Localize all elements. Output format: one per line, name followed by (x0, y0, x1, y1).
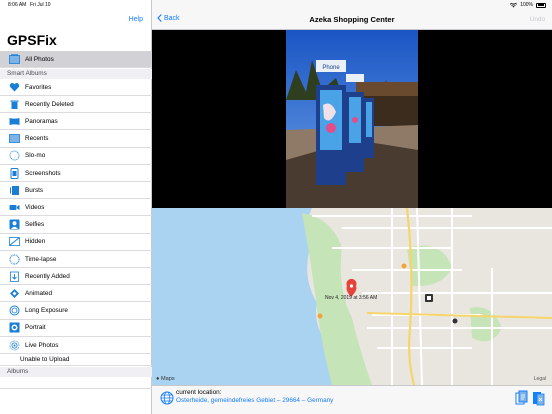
sidebar-item-animated[interactable]: Animated (0, 285, 152, 303)
download-icon (8, 270, 20, 282)
sidebar-item-recents[interactable]: Recents (0, 131, 152, 148)
sidebar-item-label: Time-lapse (25, 255, 57, 263)
long-exposure-icon (8, 305, 20, 317)
album-icon (8, 133, 20, 145)
paste-location-icon[interactable] (532, 390, 545, 406)
sidebar-item-label: Selfies (25, 221, 45, 229)
help-button[interactable]: Help (129, 16, 143, 23)
copy-location-icon[interactable] (515, 390, 528, 406)
sidebar-item-label: Live Photos (25, 341, 59, 349)
animated-icon (8, 287, 20, 299)
sidebar-item-portrait[interactable]: Portrait (0, 320, 152, 337)
undo-button[interactable]: Undo (530, 16, 545, 23)
sidebar-item-favorites[interactable]: Favorites (0, 79, 152, 96)
sidebar-item-label: All Photos (25, 55, 54, 63)
albums-header: Albums (0, 367, 152, 377)
sidebar-item-recently-added[interactable]: Recently Added (0, 268, 152, 286)
album-icon (8, 53, 20, 65)
sidebar-item-screenshots[interactable]: Screenshots (0, 165, 152, 182)
sidebar-item-label: Bursts (25, 186, 44, 194)
sidebar-item-label: Recents (25, 135, 49, 143)
phone-sign-text: Phone (322, 65, 340, 71)
maps-provider-text: Maps (160, 376, 175, 382)
photo-viewer: Phone (152, 30, 552, 208)
sidebar-item-selfies[interactable]: Selfies (0, 217, 152, 234)
legal-link[interactable]: Legal (534, 376, 546, 382)
trash-icon (8, 98, 20, 110)
app-screen: 8:06 AM Fri Jul 10 100% Help GPSFix All … (0, 0, 552, 414)
sidebar-item-recently-deleted[interactable]: Recently Deleted (0, 96, 152, 114)
sidebar-item-label: Recently Added (25, 272, 70, 280)
video-icon (8, 201, 20, 213)
sidebar-item-label: Slo-mo (25, 152, 46, 160)
location-label: current location: (176, 389, 222, 396)
location-value[interactable]: Osterheide, gemeindefreies Gebiet – 2966… (176, 397, 333, 404)
hidden-icon (8, 236, 20, 248)
slomo-icon (8, 150, 20, 162)
timelapse-icon (8, 253, 20, 265)
sidebar-item-slo-mo[interactable]: Slo-mo (0, 148, 152, 165)
smart-albums-header: Smart Albums (0, 69, 152, 79)
map-view[interactable]: Nov 4, 2019 at 3:56 AM ● Maps Legal (152, 208, 552, 385)
sidebar-empty-row (0, 377, 152, 389)
page-title: Azeka Shopping Center (309, 15, 395, 24)
sidebar-item-bursts[interactable]: Bursts (0, 182, 152, 200)
detail-pane: Back Azeka Shopping Center Undo Phone No… (152, 0, 552, 414)
sidebar-item-hidden[interactable]: Hidden (0, 234, 152, 251)
bottom-toolbar: current location: Osterheide, gemeindefr… (152, 385, 552, 414)
panorama-icon (8, 115, 20, 127)
sidebar-item-unable-to-upload[interactable]: Unable to Upload (0, 354, 152, 366)
sidebar-item-label: Recently Deleted (25, 100, 74, 108)
sidebar-item-all-photos[interactable]: All Photos (0, 51, 152, 68)
live-photo-icon (8, 339, 20, 351)
sidebar-item-label: Portrait (25, 324, 46, 332)
sidebar-item-videos[interactable]: Videos (0, 199, 152, 217)
sidebar: Help GPSFix All Photos Smart Albums Favo… (0, 0, 152, 414)
app-title: GPSFix (7, 32, 57, 48)
sidebar-item-label: Screenshots (25, 169, 61, 177)
burst-icon (8, 184, 20, 196)
sidebar-item-label: Videos (25, 203, 45, 211)
map-pin-label: Nov 4, 2019 at 3:56 AM (325, 295, 378, 301)
photo-image[interactable]: Phone (286, 30, 418, 208)
sidebar-item-label: Long Exposure (25, 307, 68, 315)
selfie-icon (8, 219, 20, 231)
sidebar-item-label: Favorites (25, 83, 52, 91)
sidebar-item-live-photos[interactable]: Live Photos (0, 337, 152, 354)
portrait-icon (8, 322, 20, 334)
globe-icon[interactable] (160, 391, 174, 405)
sidebar-item-time-lapse[interactable]: Time-lapse (0, 251, 152, 268)
maps-logo: ● Maps (156, 376, 175, 382)
nav-bar: Back Azeka Shopping Center Undo (152, 10, 552, 30)
sidebar-item-panoramas[interactable]: Panoramas (0, 113, 152, 131)
sidebar-item-label: Panoramas (25, 117, 58, 125)
heart-icon (8, 81, 20, 93)
apple-logo-icon: ● (156, 376, 160, 382)
sidebar-item-label: Hidden (25, 238, 46, 246)
screenshot-icon (8, 167, 20, 179)
sidebar-item-label: Animated (25, 289, 52, 297)
sidebar-item-long-exposure[interactable]: Long Exposure (0, 303, 152, 320)
